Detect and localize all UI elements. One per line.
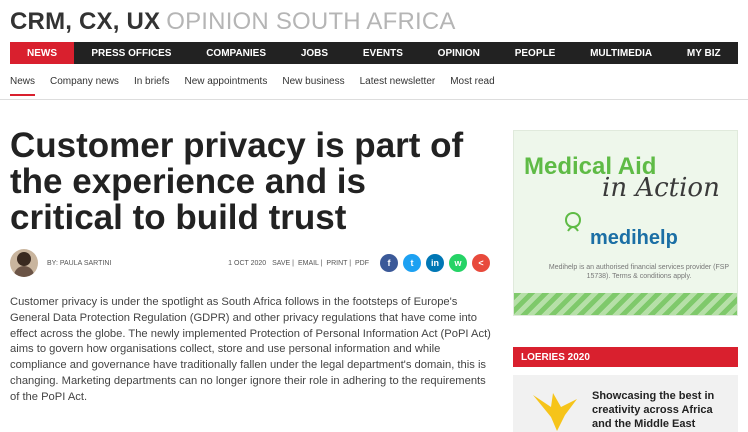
ad-disclaimer: Medihelp is an authorised financial serv… xyxy=(548,264,730,280)
nav-people[interactable]: PEOPLE xyxy=(497,42,572,64)
nav-multimedia[interactable]: MULTIMEDIA xyxy=(573,42,670,64)
pdf-link[interactable]: PDF xyxy=(355,260,369,267)
promo-title[interactable]: Showcasing the best in creativity across… xyxy=(592,389,734,431)
medihelp-logo-icon xyxy=(564,211,582,232)
facebook-icon[interactable]: f xyxy=(380,254,398,272)
subnav-in-briefs[interactable]: In briefs xyxy=(134,64,185,99)
site-title-primary[interactable]: CRM, CX, UX xyxy=(10,8,160,35)
article-meta: 1 OCT 2020 SAVE | EMAIL | PRINT | PDF xyxy=(228,259,369,267)
article-byline: BY: PAULA SARTINI 1 OCT 2020 SAVE | EMAI… xyxy=(10,248,490,278)
ad-stripe xyxy=(514,293,737,315)
sub-nav: News Company news In briefs New appointm… xyxy=(0,64,748,100)
subnav-new-business[interactable]: New business xyxy=(282,64,359,99)
email-link[interactable]: EMAIL xyxy=(298,260,319,267)
share-buttons: f t in w < xyxy=(375,254,490,272)
author-avatar[interactable] xyxy=(10,249,38,277)
main-nav: NEWS PRESS OFFICES COMPANIES JOBS EVENTS… xyxy=(10,42,738,64)
whatsapp-icon[interactable]: w xyxy=(449,254,467,272)
loeries-bird-icon xyxy=(533,393,577,431)
subnav-most-read[interactable]: Most read xyxy=(450,64,509,99)
share-icon[interactable]: < xyxy=(472,254,490,272)
nav-events[interactable]: EVENTS xyxy=(345,42,420,64)
sidebar-promo[interactable]: Showcasing the best in creativity across… xyxy=(513,375,738,432)
nav-my-biz[interactable]: MY BIZ xyxy=(670,42,739,64)
site-title[interactable]: CRM, CX, UX OPINION SOUTH AFRICA xyxy=(10,8,456,36)
linkedin-icon[interactable]: in xyxy=(426,254,444,272)
subnav-new-appointments[interactable]: New appointments xyxy=(185,64,283,99)
author-name[interactable]: BY: PAULA SARTINI xyxy=(47,260,111,267)
site-title-secondary[interactable]: OPINION SOUTH AFRICA xyxy=(166,8,455,35)
print-link[interactable]: PRINT xyxy=(326,260,347,267)
nav-press-offices[interactable]: PRESS OFFICES xyxy=(74,42,189,64)
nav-opinion[interactable]: OPINION xyxy=(420,42,497,64)
twitter-icon[interactable]: t xyxy=(403,254,421,272)
article-headline: Customer privacy is part of the experien… xyxy=(10,126,464,237)
subnav-latest-newsletter[interactable]: Latest newsletter xyxy=(360,64,451,99)
sidebar-section-label[interactable]: LOERIES 2020 xyxy=(513,347,738,367)
subnav-company-news[interactable]: Company news xyxy=(50,64,134,99)
advertisement[interactable]: Medical Aid in Action medihelp Medihelp … xyxy=(513,130,738,316)
article-body: Customer privacy is under the spotlight … xyxy=(10,296,491,403)
article-date: 1 OCT 2020 xyxy=(228,259,267,267)
ad-tagline: in Action xyxy=(602,173,720,203)
nav-companies[interactable]: COMPANIES xyxy=(189,42,284,64)
subnav-news[interactable]: News xyxy=(10,64,50,99)
nav-news[interactable]: NEWS xyxy=(10,42,74,64)
ad-brand: medihelp xyxy=(590,227,678,249)
save-link[interactable]: SAVE xyxy=(272,260,290,267)
nav-jobs[interactable]: JOBS xyxy=(283,42,345,64)
